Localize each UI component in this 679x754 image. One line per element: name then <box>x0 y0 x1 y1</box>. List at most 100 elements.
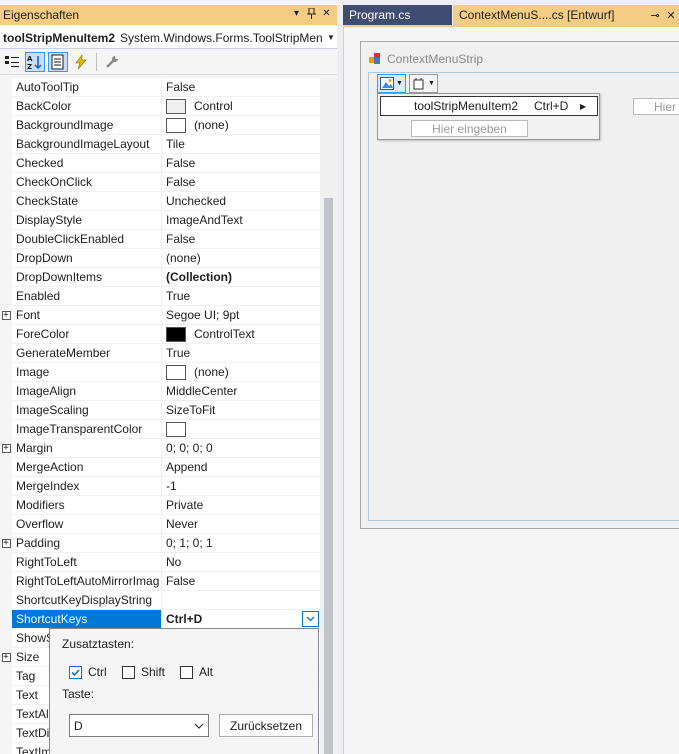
checkbox-checked-icon[interactable] <box>69 665 82 679</box>
property-value[interactable]: Control <box>161 97 320 116</box>
property-name[interactable]: ForeColor <box>12 325 161 344</box>
property-row-righttoleftautomirrorimag[interactable]: RightToLeftAutoMirrorImag False <box>0 572 320 591</box>
chevron-down-icon[interactable]: ▼ <box>325 33 337 42</box>
ctrl-checkbox[interactable]: Ctrl <box>69 665 107 679</box>
property-row-forecolor[interactable]: ForeColor ControlText <box>0 325 320 344</box>
expand-plus-icon[interactable]: + <box>1 444 11 453</box>
property-name[interactable]: Modifiers <box>12 496 161 515</box>
property-row-imagescaling[interactable]: ImageScaling SizeToFit <box>0 401 320 420</box>
property-name[interactable]: GenerateMember <box>12 344 161 363</box>
property-value[interactable]: Append <box>161 458 320 477</box>
property-value[interactable]: False <box>161 154 320 173</box>
property-value[interactable]: Unchecked <box>161 192 320 211</box>
property-row-dropdownitems[interactable]: DropDownItems (Collection) <box>0 268 320 287</box>
property-value[interactable]: Never <box>161 515 320 534</box>
property-name[interactable]: Padding <box>12 534 161 553</box>
property-name[interactable]: BackColor <box>12 97 161 116</box>
pin-icon[interactable] <box>304 7 319 22</box>
alt-checkbox[interactable]: Alt <box>180 665 213 679</box>
type-here-box-top[interactable]: Hier <box>633 98 679 115</box>
property-value[interactable]: No <box>161 553 320 572</box>
property-row-backgroundimage[interactable]: BackgroundImage (none) <box>0 116 320 135</box>
property-value[interactable]: (none) <box>161 116 320 135</box>
property-name[interactable]: Enabled <box>12 287 161 306</box>
shift-checkbox[interactable]: Shift <box>122 665 165 679</box>
close-icon[interactable]: ✕ <box>663 9 679 22</box>
checkbox-unchecked-icon[interactable] <box>122 665 135 679</box>
property-name[interactable]: ShortcutKeyDisplayString <box>12 591 161 610</box>
tab-program-cs[interactable]: Program.cs <box>343 5 452 25</box>
grid-scrollbar[interactable] <box>320 78 337 754</box>
property-name[interactable]: Margin <box>12 439 161 458</box>
expander-cell[interactable]: + <box>0 534 12 553</box>
menu-item-toolstripmenuitem2[interactable]: toolStripMenuItem2 Ctrl+D ▶ <box>380 96 598 116</box>
property-value[interactable]: Tile <box>161 135 320 154</box>
expand-plus-icon[interactable]: + <box>1 311 11 320</box>
property-row-overflow[interactable]: Overflow Never <box>0 515 320 534</box>
alphabetical-icon[interactable]: AZ <box>25 52 45 72</box>
property-row-autotooltip[interactable]: AutoToolTip False <box>0 78 320 97</box>
property-row-displaystyle[interactable]: DisplayStyle ImageAndText <box>0 211 320 230</box>
property-value[interactable]: -1 <box>161 477 320 496</box>
property-value[interactable]: 0; 0; 0; 0 <box>161 439 320 458</box>
property-value[interactable]: Segoe UI; 9pt <box>161 306 320 325</box>
property-value[interactable] <box>161 420 320 439</box>
property-name[interactable]: RightToLeftAutoMirrorImag <box>12 572 161 591</box>
property-name[interactable]: Font <box>12 306 161 325</box>
property-name[interactable]: MergeAction <box>12 458 161 477</box>
property-value[interactable]: Ctrl+D <box>161 610 320 629</box>
scrollbar-thumb[interactable] <box>324 198 333 754</box>
property-row-imagetransparentcolor[interactable]: ImageTransparentColor <box>0 420 320 439</box>
property-value[interactable]: False <box>161 230 320 249</box>
property-value[interactable]: SizeToFit <box>161 401 320 420</box>
property-value[interactable]: ImageAndText <box>161 211 320 230</box>
expand-plus-icon[interactable]: + <box>1 653 11 662</box>
property-row-generatemember[interactable]: GenerateMember True <box>0 344 320 363</box>
property-name[interactable]: BackgroundImage <box>12 116 161 135</box>
add-image-item-button[interactable]: ▼ <box>377 74 406 93</box>
property-value[interactable]: (none) <box>161 363 320 382</box>
property-row-backcolor[interactable]: BackColor Control <box>0 97 320 116</box>
property-value[interactable]: 0; 1; 0; 1 <box>161 534 320 553</box>
property-row-shortcutkeys[interactable]: ShortcutKeys Ctrl+D <box>0 610 320 629</box>
property-pages-icon[interactable] <box>102 52 122 72</box>
property-value[interactable] <box>161 591 320 610</box>
expander-cell[interactable]: + <box>0 648 12 667</box>
chevron-down-icon[interactable] <box>190 723 208 729</box>
property-value[interactable]: False <box>161 78 320 97</box>
add-item-dropdown-button[interactable]: ▼ <box>408 74 438 93</box>
object-selector[interactable]: toolStripMenuItem2 System.Windows.Forms.… <box>0 27 337 49</box>
property-name[interactable]: ImageScaling <box>12 401 161 420</box>
property-name[interactable]: Checked <box>12 154 161 173</box>
property-value[interactable]: False <box>161 173 320 192</box>
events-icon[interactable] <box>71 52 91 72</box>
properties-icon[interactable] <box>48 52 68 72</box>
checkbox-unchecked-icon[interactable] <box>180 665 193 679</box>
property-row-backgroundimagelayout[interactable]: BackgroundImageLayout Tile <box>0 135 320 154</box>
categorized-icon[interactable] <box>2 52 22 72</box>
property-name[interactable]: CheckOnClick <box>12 173 161 192</box>
property-row-righttoleft[interactable]: RightToLeft No <box>0 553 320 572</box>
property-name[interactable]: AutoToolTip <box>12 78 161 97</box>
property-row-mergeaction[interactable]: MergeAction Append <box>0 458 320 477</box>
property-value[interactable]: True <box>161 287 320 306</box>
chevron-down-icon[interactable] <box>302 611 319 627</box>
property-name[interactable]: BackgroundImageLayout <box>12 135 161 154</box>
property-value[interactable]: True <box>161 344 320 363</box>
property-row-checkonclick[interactable]: CheckOnClick False <box>0 173 320 192</box>
reset-button[interactable]: Zurücksetzen <box>219 714 313 737</box>
pin-icon[interactable]: ⊸ <box>647 9 663 22</box>
type-here-box[interactable]: Hier eingeben <box>411 120 528 137</box>
property-value[interactable]: False <box>161 572 320 591</box>
property-name[interactable]: Overflow <box>12 515 161 534</box>
property-row-checked[interactable]: Checked False <box>0 154 320 173</box>
property-row-mergeindex[interactable]: MergeIndex -1 <box>0 477 320 496</box>
property-name[interactable]: DisplayStyle <box>12 211 161 230</box>
property-value[interactable]: (Collection) <box>161 268 320 287</box>
property-name[interactable]: ImageAlign <box>12 382 161 401</box>
property-row-font[interactable]: + Font Segoe UI; 9pt <box>0 306 320 325</box>
property-value[interactable]: ControlText <box>161 325 320 344</box>
property-name[interactable]: RightToLeft <box>12 553 161 572</box>
property-row-modifiers[interactable]: Modifiers Private <box>0 496 320 515</box>
tab-contextmenu-designer[interactable]: ContextMenuS....cs [Entwurf] ⊸ ✕ <box>453 5 679 25</box>
